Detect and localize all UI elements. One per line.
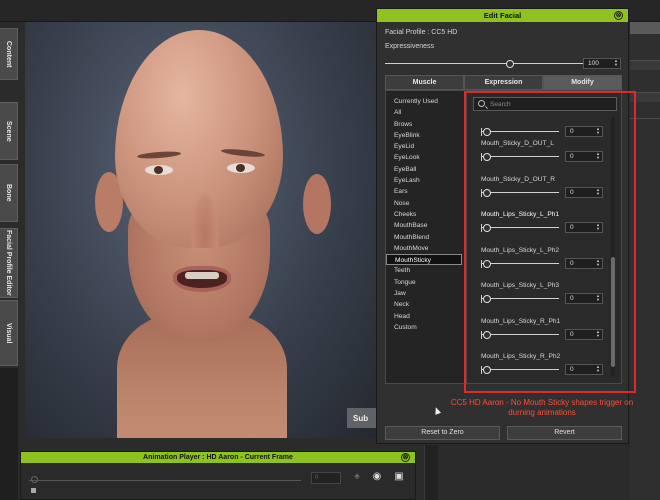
lock-icon[interactable]: ♠ bbox=[351, 471, 363, 483]
timeline-knob[interactable] bbox=[31, 476, 38, 483]
character-eye-left bbox=[145, 165, 173, 175]
window-icon[interactable]: ▣ bbox=[393, 471, 405, 483]
expressiveness-value: 100 bbox=[588, 60, 599, 67]
character-eye-right bbox=[227, 163, 255, 173]
tab-scene[interactable]: Scene bbox=[0, 102, 18, 160]
category-item[interactable]: EyeLash bbox=[386, 175, 464, 186]
left-lower-panel bbox=[0, 368, 18, 500]
character-teeth bbox=[185, 272, 219, 279]
tab-modify[interactable]: Modify bbox=[543, 75, 622, 90]
category-item[interactable]: All bbox=[386, 107, 464, 118]
category-item[interactable]: Cheeks bbox=[386, 209, 464, 220]
frame-field[interactable]: 0 bbox=[311, 472, 341, 484]
category-item[interactable]: MouthBlend bbox=[386, 232, 464, 243]
category-item[interactable]: Head bbox=[386, 311, 464, 322]
iris bbox=[154, 166, 163, 174]
animation-player-panel: Animation Player : HD Aaron - Current Fr… bbox=[20, 451, 416, 500]
category-item[interactable]: Ears bbox=[386, 186, 464, 197]
close-icon[interactable]: ⊗ bbox=[401, 453, 410, 462]
tab-content-label: Content bbox=[5, 40, 12, 68]
category-item[interactable]: Teeth bbox=[386, 265, 464, 276]
expressiveness-slider[interactable] bbox=[385, 60, 590, 68]
animation-player-title-bar[interactable]: Animation Player : HD Aaron - Current Fr… bbox=[21, 452, 415, 463]
category-item[interactable]: EyeBall bbox=[386, 164, 464, 175]
tab-bone[interactable]: Bone bbox=[0, 164, 18, 222]
facial-profile-label: Facial Profile : CC5 HD bbox=[385, 29, 458, 36]
category-item[interactable]: EyeLook bbox=[386, 152, 464, 163]
expressiveness-value-field[interactable]: 100 ▲ ▼ bbox=[583, 58, 621, 69]
category-item[interactable]: Custom bbox=[386, 322, 464, 333]
camera-icon[interactable]: ◉ bbox=[371, 471, 383, 483]
tab-scene-label: Scene bbox=[5, 120, 12, 142]
category-list: Currently Used All Brows EyeBlink EyeLid EyeL… bbox=[385, 90, 465, 384]
animation-player-title: Animation Player : HD Aaron - Current Fr… bbox=[143, 454, 293, 461]
revert-button[interactable]: Revert bbox=[507, 426, 622, 440]
category-item[interactable]: MouthBase bbox=[386, 220, 464, 231]
category-item[interactable]: Brows bbox=[386, 119, 464, 130]
right-panel-row bbox=[630, 60, 660, 70]
character-mouth bbox=[173, 266, 231, 292]
category-item[interactable]: EyeBlink bbox=[386, 130, 464, 141]
tab-facial-profile-editor[interactable]: Facial Profile Editor bbox=[0, 228, 18, 298]
timeline-track[interactable] bbox=[29, 480, 301, 481]
spinner-arrows-icon[interactable]: ▲ ▼ bbox=[613, 59, 619, 68]
expressiveness-label: Expressiveness bbox=[385, 43, 435, 50]
bottom-side-strip bbox=[424, 445, 438, 500]
iris bbox=[236, 164, 245, 172]
category-item[interactable]: Tongue bbox=[386, 277, 464, 288]
dialog-title: Edit Facial bbox=[483, 11, 522, 20]
category-item[interactable]: MouthSticky bbox=[386, 254, 462, 266]
category-item[interactable]: Currently Used bbox=[386, 96, 464, 107]
tab-expression[interactable]: Expression bbox=[464, 75, 543, 90]
category-item[interactable]: Jaw bbox=[386, 288, 464, 299]
reset-to-zero-button[interactable]: Reset to Zero bbox=[385, 426, 500, 440]
category-item[interactable]: Neck bbox=[386, 299, 464, 310]
tab-bone-label: Bone bbox=[5, 184, 12, 202]
viewport-overlay-button[interactable]: Sub bbox=[347, 408, 377, 428]
dialog-title-bar[interactable]: Edit Facial ⊗ bbox=[377, 9, 628, 22]
slider-knob[interactable] bbox=[505, 60, 514, 68]
tab-facial-profile-editor-label: Facial Profile Editor bbox=[5, 230, 12, 296]
3d-viewport[interactable]: Sub bbox=[25, 22, 377, 438]
character-nose bbox=[190, 192, 220, 248]
close-icon[interactable]: ⊗ bbox=[614, 11, 623, 20]
category-item[interactable]: EyeLid bbox=[386, 141, 464, 152]
app-window: Content Scene Bone Facial Profile Editor… bbox=[0, 0, 660, 500]
category-item[interactable]: MouthMove bbox=[386, 243, 464, 254]
annotation-caption: CC5 HD Aaron - No Mouth Sticky shapes tr… bbox=[450, 398, 634, 417]
character-ear-right bbox=[303, 174, 331, 234]
slider-track bbox=[385, 63, 590, 64]
dialog-tabs: Muscle Expression Modify bbox=[385, 75, 622, 90]
tab-muscle[interactable]: Muscle bbox=[385, 75, 464, 90]
left-tab-bar: Content Scene Bone Facial Profile Editor… bbox=[0, 28, 18, 368]
annotation-highlight-box bbox=[464, 91, 636, 393]
loop-icon[interactable] bbox=[31, 488, 36, 493]
tab-visual-label: Visual bbox=[5, 322, 12, 344]
category-item[interactable]: Nose bbox=[386, 198, 464, 209]
right-panel-header bbox=[630, 22, 660, 34]
tab-visual[interactable]: Visual bbox=[0, 300, 18, 366]
tab-content[interactable]: Content bbox=[0, 28, 18, 80]
